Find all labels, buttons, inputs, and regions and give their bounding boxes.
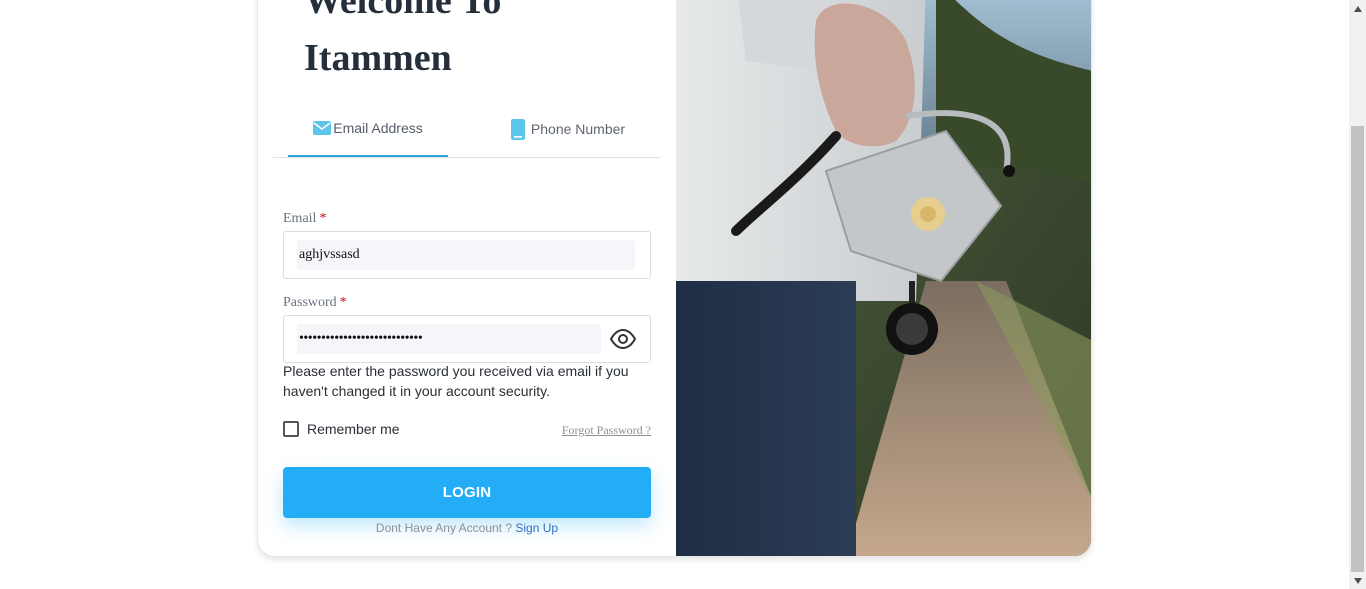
signup-prompt: Dont Have Any Account ?	[375, 521, 513, 535]
email-input[interactable]: aghjvssasd	[297, 240, 635, 270]
forgot-password-link[interactable]: Forgot Password ?	[562, 423, 651, 438]
email-label: Email *	[283, 211, 326, 227]
signup-link[interactable]: Sign Up	[515, 521, 558, 535]
login-method-tabs: Email Address Phone Number	[273, 101, 661, 158]
signup-row: Dont Have Any Account ? Sign Up	[283, 521, 651, 535]
tab-email-label: Email Address	[333, 120, 423, 136]
login-card: Welcome To Itammen Email Address Phone N…	[257, 0, 1092, 557]
remember-me-label: Remember me	[307, 421, 400, 437]
checkbox-box[interactable]	[283, 421, 299, 437]
scroll-down-arrow-icon[interactable]	[1349, 572, 1366, 589]
password-required-mark: *	[339, 295, 347, 310]
phone-icon	[510, 118, 525, 140]
vertical-scrollbar[interactable]	[1349, 0, 1366, 589]
tab-email-address[interactable]: Email Address	[288, 101, 448, 157]
email-label-text: Email	[283, 211, 317, 226]
page-title: Welcome To Itammen	[304, 0, 502, 79]
scrollbar-thumb[interactable]	[1351, 126, 1364, 572]
password-label: Password *	[283, 295, 347, 311]
password-hint: Please enter the password you received v…	[283, 363, 629, 399]
tab-phone-label: Phone Number	[530, 121, 626, 137]
login-panel: Welcome To Itammen Email Address Phone N…	[258, 0, 676, 556]
envelope-icon	[313, 120, 332, 136]
scroll-up-arrow-icon[interactable]	[1349, 0, 1366, 17]
login-button[interactable]: LOGIN	[283, 467, 651, 518]
show-password-eye-icon[interactable]	[609, 328, 637, 355]
email-field[interactable]: aghjvssasd	[283, 231, 651, 279]
password-label-text: Password	[283, 295, 337, 310]
email-required-mark: *	[319, 211, 327, 226]
password-field[interactable]: ••••••••••••••••••••••••••••	[283, 315, 651, 363]
remember-me-checkbox[interactable]: Remember me	[283, 421, 400, 437]
password-input[interactable]: ••••••••••••••••••••••••••••	[297, 324, 601, 354]
tab-phone-number[interactable]: Phone Number	[493, 101, 643, 157]
doctor-photo	[676, 0, 1091, 556]
